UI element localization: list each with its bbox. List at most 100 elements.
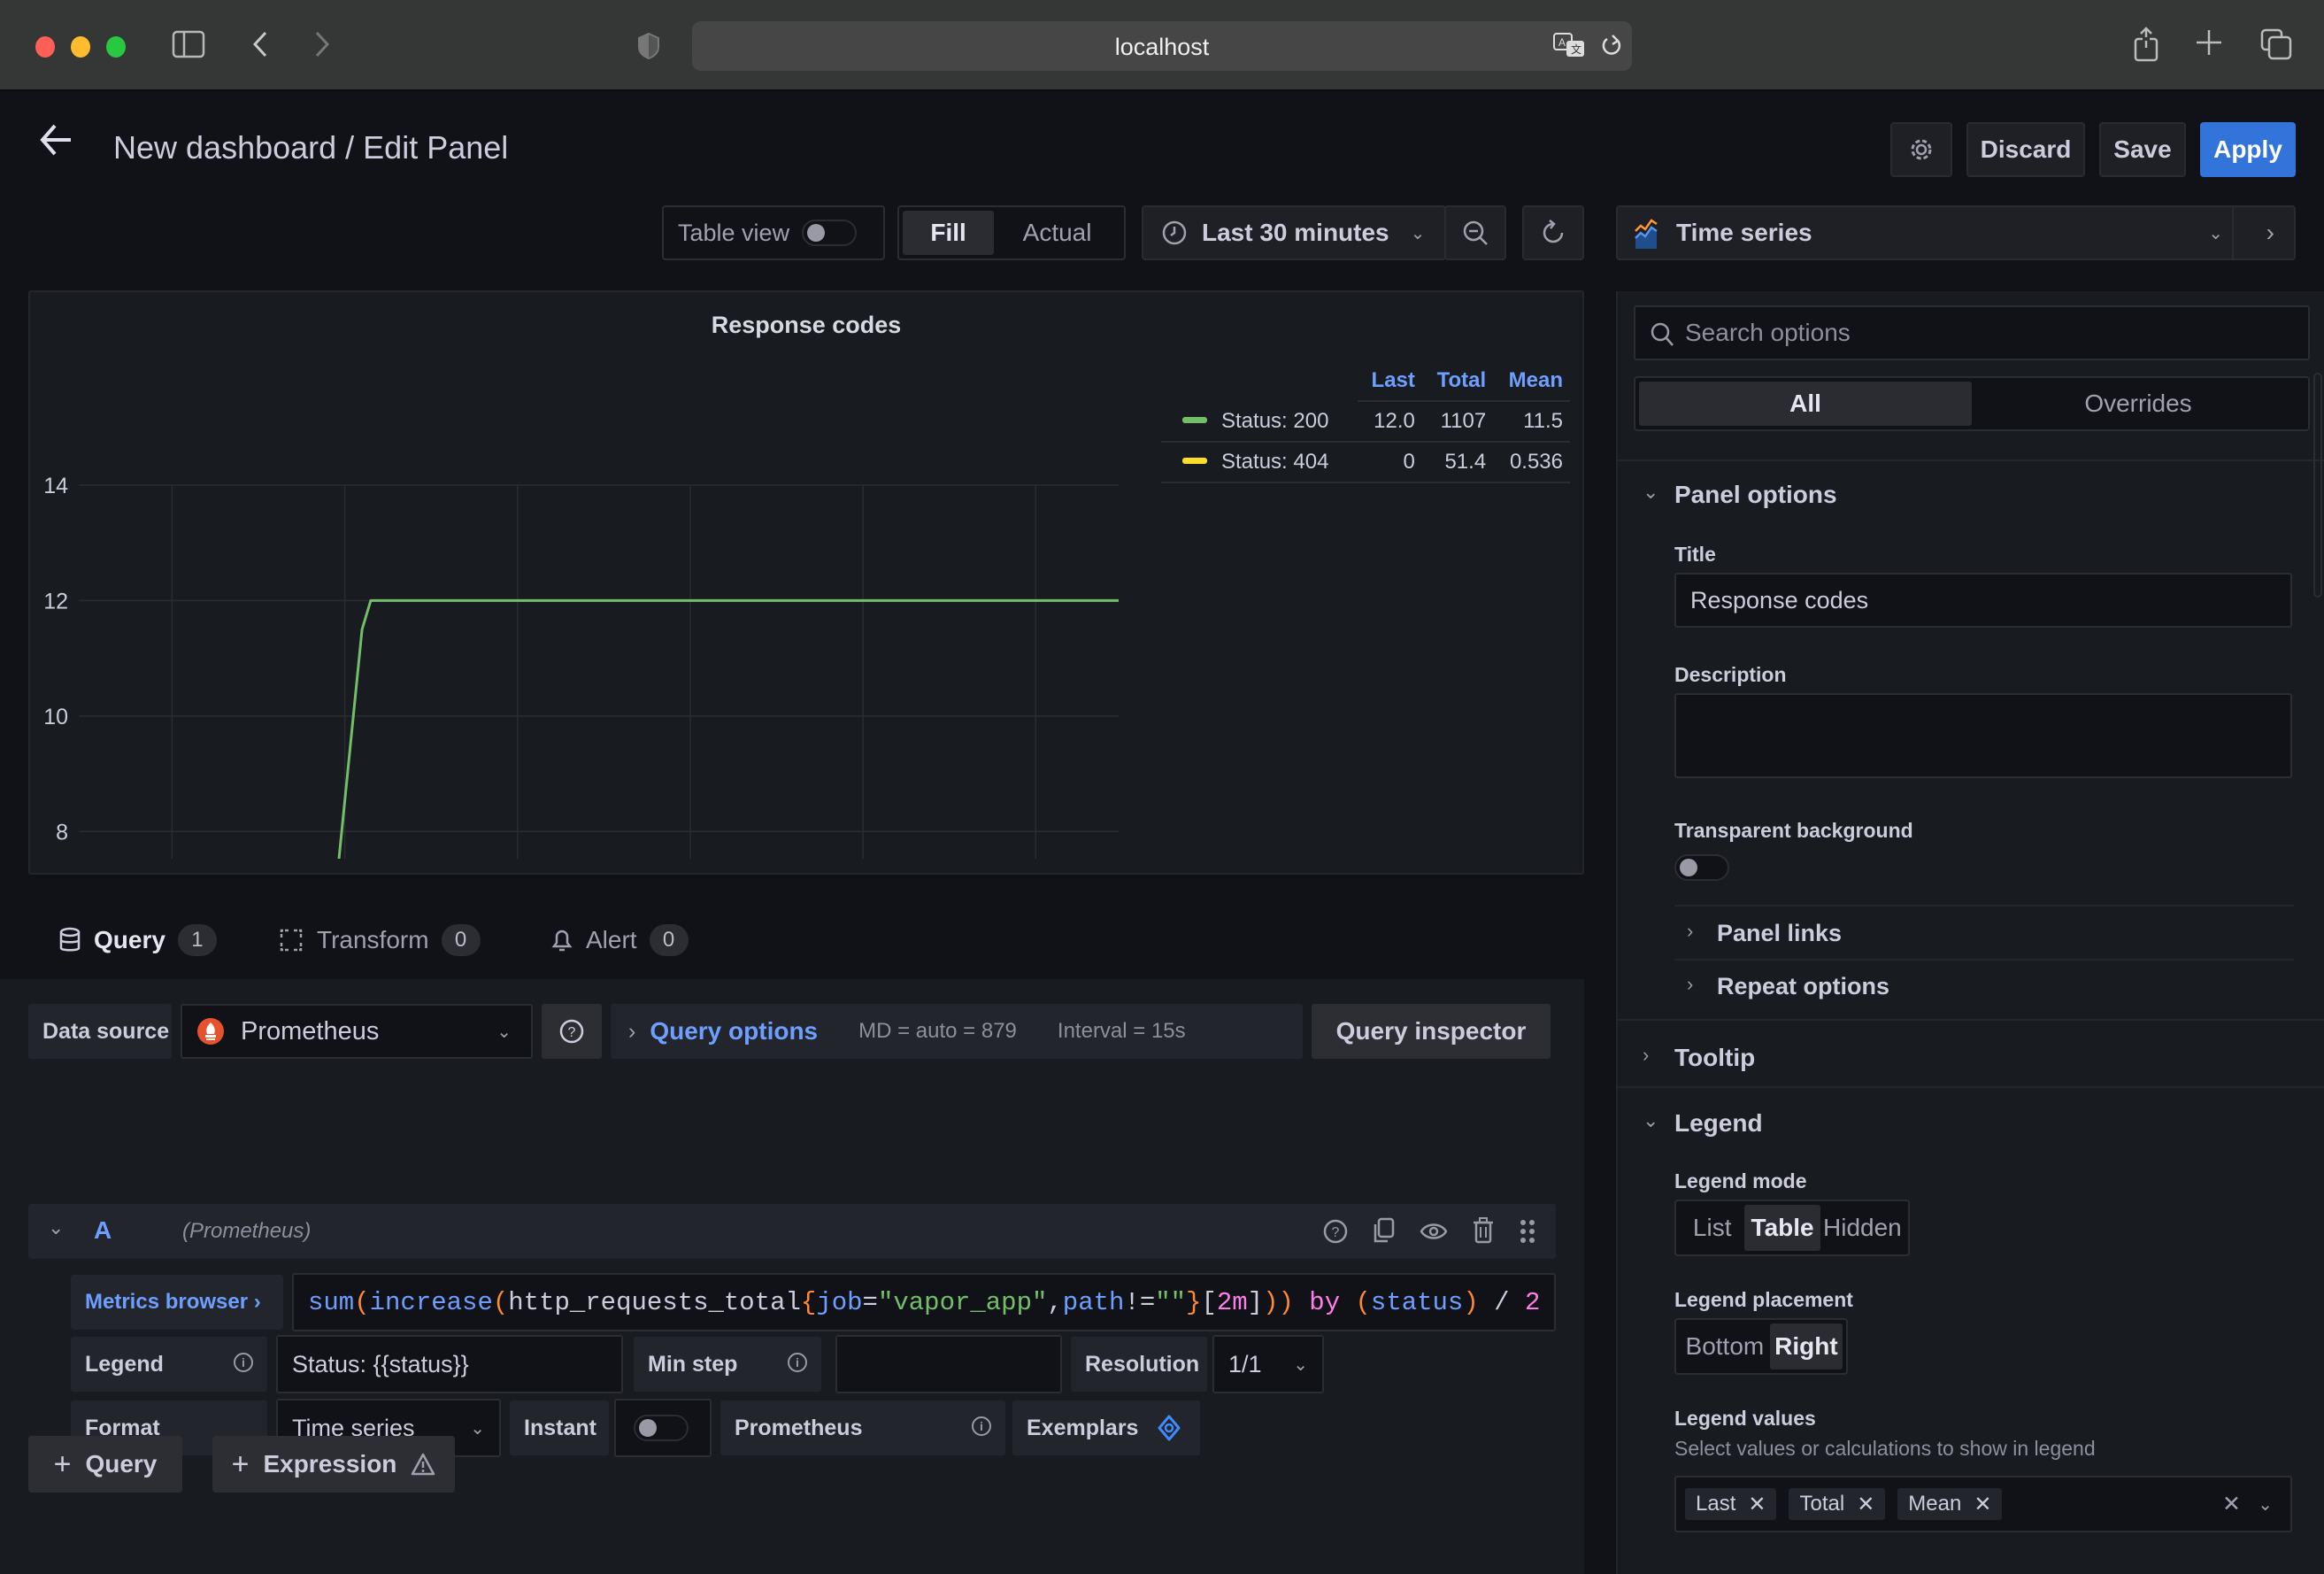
query-inspector-button[interactable]: Query inspector bbox=[1312, 1004, 1551, 1059]
visualization-label: Time series bbox=[1676, 219, 1812, 246]
transparent-background-toggle[interactable] bbox=[1674, 854, 1729, 881]
table-view-toggle[interactable] bbox=[802, 220, 858, 246]
legend-header-total[interactable]: Total bbox=[1421, 365, 1494, 402]
panel-settings-button[interactable] bbox=[1890, 122, 1952, 177]
tab-alert[interactable]: Alert 0 bbox=[550, 924, 689, 956]
discard-button[interactable]: Discard bbox=[1966, 122, 2085, 177]
minimize-window-button[interactable] bbox=[71, 36, 90, 58]
data-source-picker[interactable]: Prometheus ⌄ bbox=[181, 1004, 533, 1059]
url-text: localhost bbox=[1114, 34, 1210, 60]
fill-option[interactable]: Fill bbox=[903, 211, 995, 255]
tabs-overview-icon[interactable] bbox=[2260, 28, 2292, 65]
legend-mode-hidden[interactable]: Hidden bbox=[1820, 1205, 1905, 1251]
legend-values-label: Legend values bbox=[1674, 1407, 1816, 1430]
query-token: = bbox=[862, 1287, 878, 1317]
page-title: New dashboard / Edit Panel bbox=[113, 129, 509, 166]
legend-format-input[interactable]: Status: {{status}} bbox=[276, 1335, 623, 1393]
close-window-button[interactable] bbox=[35, 36, 55, 58]
drag-handle-icon[interactable] bbox=[1519, 1218, 1536, 1245]
legend-header-mean[interactable]: Mean bbox=[1493, 365, 1570, 402]
table-view-label: Table view bbox=[678, 219, 790, 246]
query-options-link[interactable]: Query options bbox=[650, 1017, 818, 1045]
query-token: ) bbox=[1278, 1287, 1294, 1317]
section-title: Legend bbox=[1674, 1109, 1763, 1137]
clock-icon bbox=[1162, 220, 1187, 245]
legend-header-last[interactable]: Last bbox=[1357, 365, 1422, 402]
search-options-input[interactable]: Search options bbox=[1634, 305, 2310, 360]
instant-toggle-wrapper bbox=[614, 1399, 712, 1457]
visualization-picker[interactable]: Time series ⌄ › bbox=[1616, 205, 2296, 260]
legend-row[interactable]: Status: 404 0 51.4 0.536 bbox=[1161, 442, 1570, 483]
legend-placement-bottom[interactable]: Bottom bbox=[1680, 1323, 1770, 1370]
time-series-chart[interactable]: 0246810121412:5513:0013:0513:1013:1513:2… bbox=[30, 292, 1136, 859]
instant-toggle[interactable] bbox=[634, 1415, 689, 1441]
add-expression-button[interactable]: + Expression bbox=[212, 1436, 455, 1493]
y-tick-label: 8 bbox=[56, 820, 68, 845]
tab-all[interactable]: All bbox=[1639, 382, 1972, 426]
svg-text:文: 文 bbox=[1571, 42, 1581, 56]
remove-chip-icon[interactable]: ✕ bbox=[1974, 1492, 1991, 1517]
tab-query[interactable]: Query 1 bbox=[58, 924, 217, 956]
data-source-help-button[interactable]: ? bbox=[542, 1004, 602, 1059]
add-query-button[interactable]: + Query bbox=[28, 1436, 182, 1493]
time-range-picker[interactable]: Last 30 minutes ⌄ bbox=[1142, 205, 1446, 260]
clear-all-icon[interactable]: ✕ bbox=[2222, 1491, 2241, 1517]
legend-mode-label: Legend mode bbox=[1674, 1169, 1807, 1192]
promql-query-editor[interactable]: sum(increase(http_requests_total{job = "va… bbox=[292, 1273, 1556, 1331]
apply-button[interactable]: Apply bbox=[2200, 122, 2296, 177]
legend-series-name: Status: 200 bbox=[1221, 408, 1329, 433]
share-icon[interactable] bbox=[2133, 27, 2159, 66]
legend-mode-list[interactable]: List bbox=[1680, 1205, 1744, 1251]
options-scrollbar[interactable] bbox=[2313, 373, 2322, 598]
back-arrow-icon[interactable] bbox=[39, 122, 74, 166]
duplicate-icon[interactable] bbox=[1372, 1216, 1398, 1245]
actual-option[interactable]: Actual bbox=[994, 211, 1120, 255]
remove-chip-icon[interactable]: ✕ bbox=[1857, 1492, 1874, 1517]
forward-icon[interactable] bbox=[313, 30, 331, 63]
new-tab-icon[interactable] bbox=[2195, 28, 2223, 61]
info-icon[interactable]: i bbox=[972, 1416, 991, 1436]
maximize-window-button[interactable] bbox=[106, 36, 126, 58]
exemplars-control[interactable]: Exemplars bbox=[1012, 1400, 1200, 1455]
section-panel-options[interactable]: ⌄ Panel options bbox=[1618, 481, 2317, 516]
legend-mode-table[interactable]: Table bbox=[1744, 1205, 1820, 1251]
chevron-right-icon[interactable]: › bbox=[2266, 219, 2274, 247]
zoom-out-button[interactable] bbox=[1444, 205, 1506, 260]
info-icon[interactable]: i bbox=[234, 1353, 253, 1372]
panel-title-input[interactable]: Response codes bbox=[1674, 573, 2292, 628]
back-icon[interactable] bbox=[251, 30, 269, 63]
remove-chip-icon[interactable]: ✕ bbox=[1748, 1492, 1766, 1517]
refresh-button[interactable] bbox=[1522, 205, 1584, 260]
info-icon[interactable]: i bbox=[788, 1353, 807, 1372]
legend-row[interactable]: Status: 200 12.0 1107 11.5 bbox=[1161, 401, 1570, 443]
collapse-chevron-icon[interactable]: ⌄ bbox=[48, 1216, 64, 1239]
panel-description-textarea[interactable] bbox=[1674, 693, 2292, 778]
translate-icon[interactable]: A文 bbox=[1552, 32, 1588, 66]
tab-transform[interactable]: Transform 0 bbox=[278, 924, 481, 956]
query-row-header[interactable]: ⌄ A (Prometheus) ? bbox=[28, 1204, 1556, 1259]
legend-value-total: 51.4 bbox=[1421, 442, 1494, 483]
legend-value-chip: Mean ✕ bbox=[1897, 1488, 2003, 1520]
sidebar-icon[interactable] bbox=[172, 30, 205, 63]
legend-placement-right[interactable]: Right bbox=[1769, 1323, 1843, 1370]
query-token: "" bbox=[1155, 1287, 1187, 1317]
trash-icon[interactable] bbox=[1471, 1216, 1496, 1245]
help-icon[interactable]: ? bbox=[1322, 1218, 1349, 1245]
reload-icon[interactable] bbox=[1600, 32, 1623, 65]
chevron-down-icon[interactable]: ⌄ bbox=[2258, 1493, 2273, 1516]
eye-icon[interactable] bbox=[1158, 1415, 1181, 1441]
query-ref-id[interactable]: A bbox=[94, 1216, 112, 1245]
query-token: path bbox=[1062, 1287, 1125, 1317]
query-token: increase bbox=[369, 1287, 493, 1317]
section-title: Tooltip bbox=[1674, 1044, 1756, 1071]
tab-label: Transform bbox=[317, 926, 429, 953]
save-button[interactable]: Save bbox=[2099, 122, 2186, 177]
address-bar[interactable]: localhost A文 bbox=[692, 21, 1632, 71]
eye-icon[interactable] bbox=[1420, 1218, 1448, 1245]
metrics-browser-button[interactable]: Metrics browser › bbox=[71, 1275, 283, 1330]
min-step-input[interactable] bbox=[835, 1335, 1062, 1393]
tab-overrides[interactable]: Overrides bbox=[1972, 382, 2305, 426]
resolution-select[interactable]: 1/1 ⌄ bbox=[1212, 1335, 1324, 1393]
legend-values-multiselect[interactable]: Last ✕ Total ✕ Mean ✕ ✕ ⌄ bbox=[1674, 1476, 2292, 1532]
query-options-bar[interactable]: › Query options MD = auto = 879 Interval… bbox=[611, 1004, 1303, 1059]
